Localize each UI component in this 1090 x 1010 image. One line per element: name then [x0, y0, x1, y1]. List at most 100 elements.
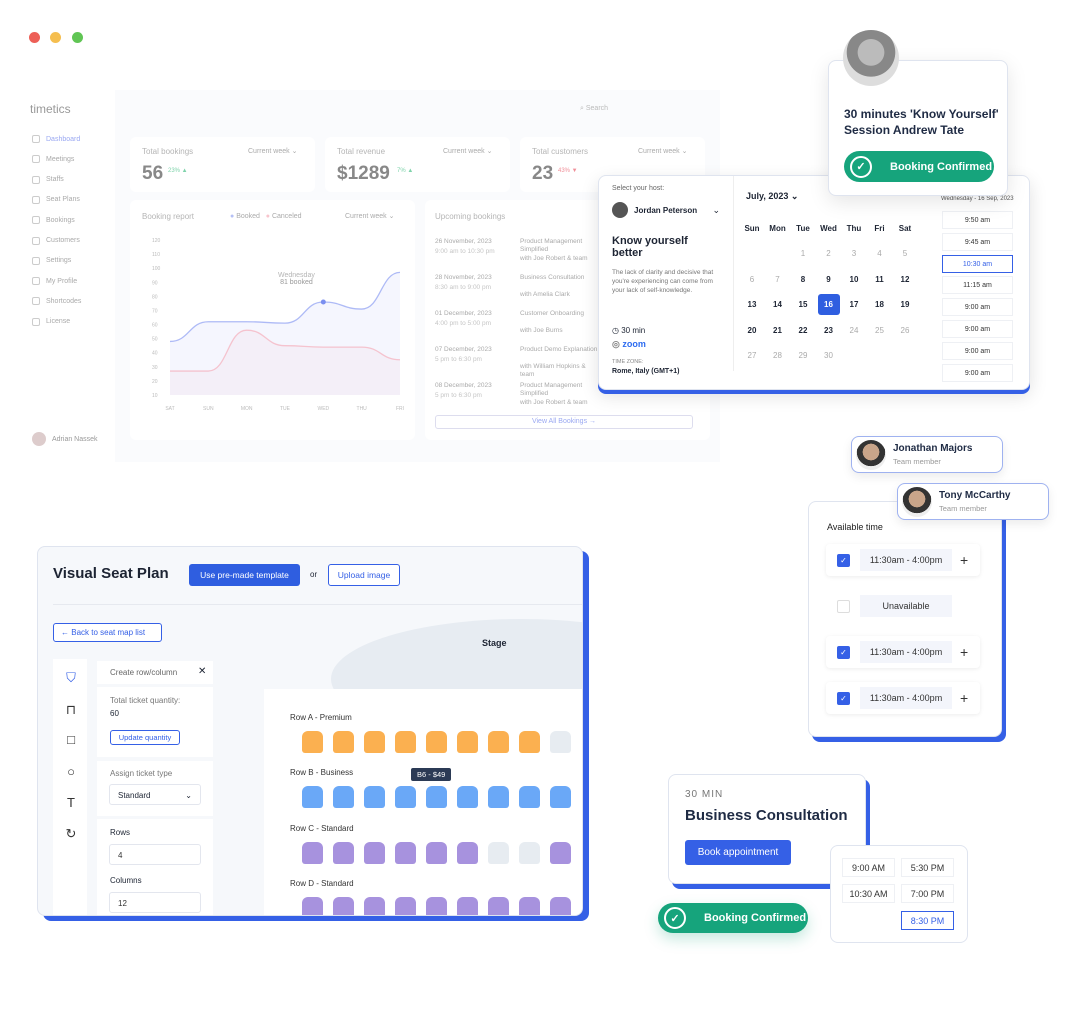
upload-image-button[interactable]: Upload image [328, 564, 400, 586]
sidebar-item[interactable]: Meetings [32, 155, 74, 164]
booking-item[interactable]: 07 December, 2023 5 pm to 6:30 pm Product… [435, 346, 615, 378]
time-button[interactable]: 9:00 AM [842, 858, 895, 877]
table-icon[interactable]: ⊓ [63, 702, 79, 718]
seat-standard[interactable] [364, 896, 385, 915]
seat-empty[interactable] [519, 841, 540, 864]
calendar-day[interactable]: 29 [792, 351, 814, 360]
calendar-day[interactable]: 27 [741, 351, 763, 360]
host-select[interactable]: Jordan Peterson ⌄ [612, 199, 720, 221]
sidebar-item[interactable]: My Profile [32, 277, 77, 286]
seat-business[interactable] [550, 786, 571, 809]
calendar-day[interactable]: 6 [741, 275, 763, 284]
booking-item[interactable]: 08 December, 2023 5 pm to 6:30 pm Product… [435, 382, 615, 412]
time-button[interactable]: 8:30 PM [901, 911, 954, 930]
text-icon[interactable]: T [63, 795, 79, 811]
seat-standard[interactable] [333, 896, 354, 915]
calendar-day[interactable]: 23 [818, 326, 840, 335]
time-slot[interactable]: 9:00 am [942, 341, 1013, 360]
plus-icon[interactable]: + [960, 644, 968, 660]
seat-premium[interactable] [364, 731, 385, 753]
seat-business[interactable] [395, 786, 416, 809]
period-dropdown[interactable]: Current week ⌄ [638, 147, 687, 155]
team-member-card[interactable]: Tony McCarthy Team member [897, 483, 1049, 520]
time-slot[interactable]: 11:15 am [942, 276, 1013, 295]
calendar-day[interactable]: 5 [894, 249, 916, 258]
availability-row[interactable]: Unavailable [826, 590, 980, 622]
period-dropdown[interactable]: Current week ⌄ [443, 147, 492, 155]
calendar-day[interactable]: 21 [767, 326, 789, 335]
checkbox[interactable]: ✓ [837, 645, 850, 659]
calendar-day[interactable]: 3 [843, 249, 865, 258]
team-member-card[interactable]: Jonathan Majors Team member [851, 436, 1003, 473]
seat-premium[interactable] [426, 731, 447, 753]
calendar-day[interactable]: 25 [869, 326, 891, 335]
calendar-day[interactable]: 24 [843, 326, 865, 335]
seat-standard[interactable] [395, 841, 416, 864]
calendar-day[interactable]: 19 [894, 300, 916, 309]
period-dropdown[interactable]: Current week ⌄ [345, 212, 394, 220]
seat-standard[interactable] [488, 896, 509, 915]
seat-premium[interactable] [395, 731, 416, 753]
calendar-day[interactable]: 30 [818, 351, 840, 360]
checkbox[interactable]: ✓ [837, 691, 850, 705]
seat-standard[interactable] [426, 896, 447, 915]
sidebar-item[interactable]: License [32, 317, 70, 326]
seat-icon[interactable]: ⛉ [63, 670, 79, 686]
close-icon[interactable]: ✕ [198, 666, 206, 677]
calendar-day[interactable]: 9 [818, 275, 840, 284]
seat-standard[interactable] [426, 841, 447, 864]
book-appointment-button[interactable]: Book appointment [685, 840, 791, 865]
sidebar-item[interactable]: Dashboard [32, 135, 80, 143]
availability-row[interactable]: ✓ 11:30am - 4:00pm + [826, 636, 980, 668]
seat-premium[interactable] [488, 731, 509, 753]
time-slot[interactable]: 9:00 am [942, 320, 1013, 338]
time-button[interactable]: 10:30 AM [842, 884, 895, 903]
seat-standard[interactable] [302, 896, 323, 915]
sidebar-item[interactable]: Shortcodes [32, 297, 81, 306]
booking-item[interactable]: 26 November, 2023 9:00 am to 10:30 pm Pro… [435, 238, 615, 268]
calendar-day[interactable]: 8 [792, 275, 814, 284]
seat-standard[interactable] [519, 896, 540, 915]
calendar-day[interactable]: 10 [843, 275, 865, 284]
period-dropdown[interactable]: Current week ⌄ [248, 147, 297, 155]
calendar-day[interactable]: 28 [767, 351, 789, 360]
calendar-day[interactable]: 4 [869, 249, 891, 258]
seat-business[interactable] [302, 786, 323, 809]
checkbox[interactable] [837, 599, 850, 613]
seat-premium[interactable] [457, 731, 478, 753]
calendar-day[interactable]: 15 [792, 300, 814, 309]
booking-item[interactable]: 28 November, 2023 8:30 am to 9:00 pm Busi… [435, 274, 615, 304]
calendar-day[interactable]: 1 [792, 249, 814, 258]
calendar-day[interactable]: 16 [817, 294, 840, 315]
sidebar-item[interactable]: Staffs [32, 175, 64, 184]
time-slot[interactable]: 9:00 am [942, 363, 1013, 382]
availability-row[interactable]: ✓ 11:30am - 4:00pm + [826, 682, 980, 714]
month-select[interactable]: July, 2023 ⌄ [746, 191, 798, 202]
time-slot[interactable]: 9:45 am [942, 232, 1013, 251]
seat-standard[interactable] [395, 896, 416, 915]
time-slot[interactable]: 9:00 am [942, 298, 1013, 317]
search-input[interactable]: ⌕ Search [580, 105, 608, 113]
plus-icon[interactable]: + [960, 690, 968, 706]
seat-premium[interactable] [302, 731, 323, 753]
close-dot[interactable] [29, 32, 40, 43]
seat-business[interactable] [457, 786, 478, 809]
seat-standard[interactable] [333, 841, 354, 864]
calendar-day[interactable]: 11 [869, 275, 891, 284]
time-button[interactable]: 5:30 PM [901, 858, 954, 877]
seat-standard[interactable] [457, 841, 478, 864]
sidebar-item[interactable]: Seat Plans [32, 195, 80, 204]
seat-premium[interactable] [519, 731, 540, 753]
seat-empty[interactable] [488, 841, 509, 864]
sidebar-item[interactable]: Settings [32, 256, 71, 265]
seat-business[interactable] [364, 786, 385, 809]
view-all-bookings-button[interactable]: View All Bookings → [435, 415, 693, 429]
sidebar-item[interactable]: Customers [32, 236, 80, 245]
calendar-day[interactable]: 14 [767, 300, 789, 309]
rotate-icon[interactable]: ↻ [63, 826, 79, 842]
seat-standard[interactable] [550, 841, 571, 864]
seat-premium[interactable] [333, 731, 354, 753]
seat-standard[interactable] [302, 841, 323, 864]
seat-standard[interactable] [364, 841, 385, 864]
user-profile[interactable]: Adrian Nassek [32, 432, 98, 446]
